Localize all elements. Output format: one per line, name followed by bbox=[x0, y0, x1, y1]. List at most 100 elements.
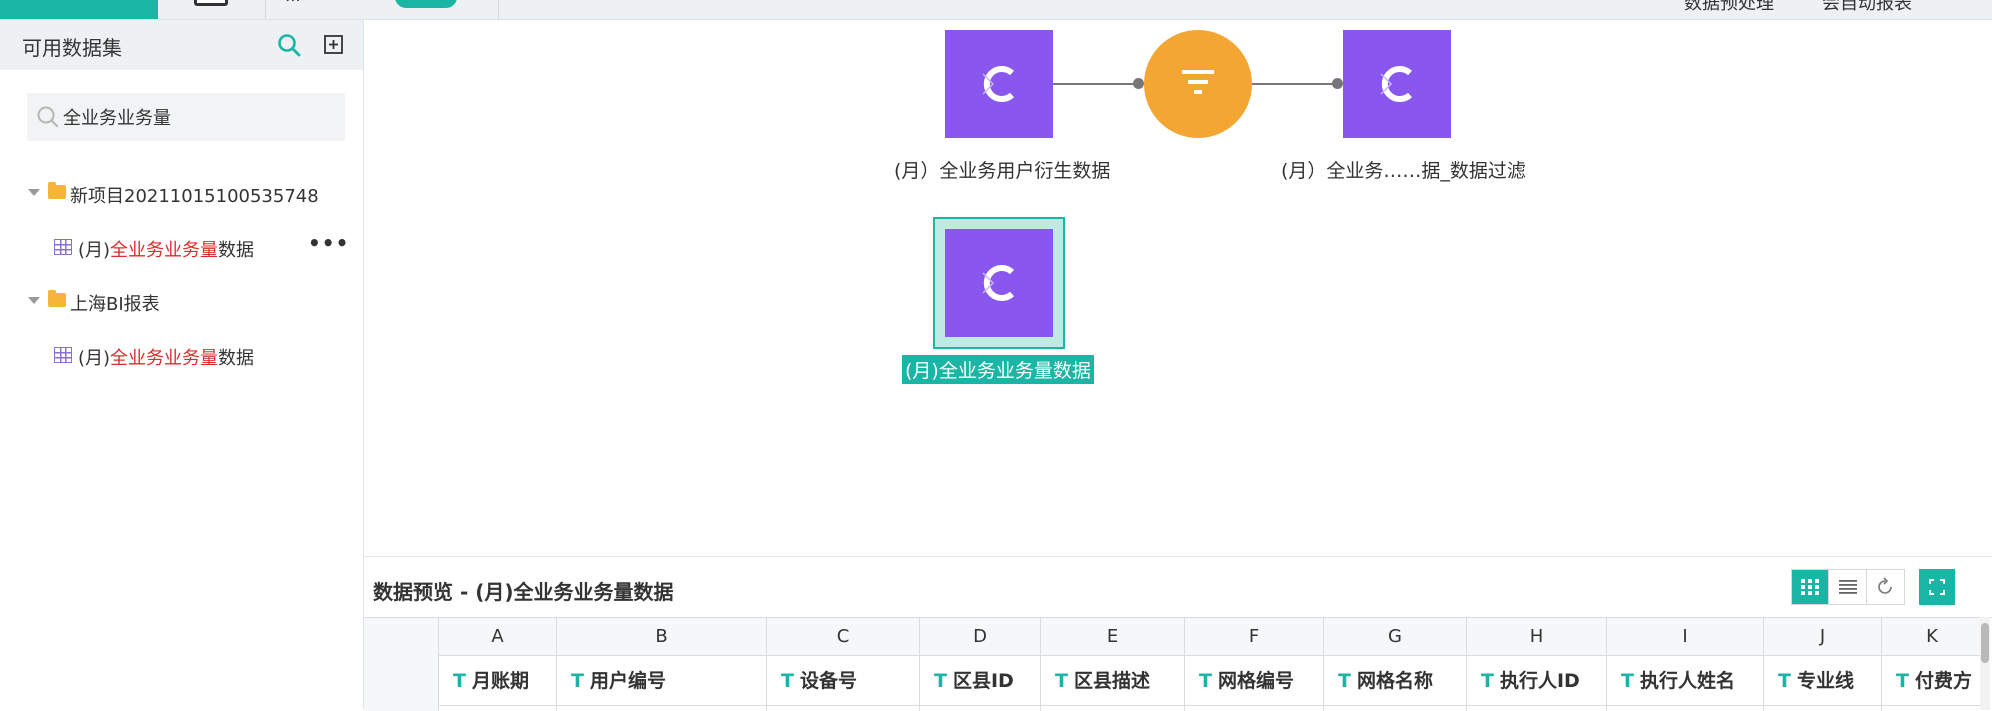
column-letter: K bbox=[1882, 618, 1982, 656]
table-column[interactable]: B T 用户编号 bbox=[557, 618, 767, 711]
folder-label: 上海BI报表 bbox=[70, 294, 160, 315]
dataset-node[interactable] bbox=[945, 30, 1053, 138]
dataset-label-suffix: 数据 bbox=[218, 348, 255, 369]
column-header[interactable]: T 付费方 bbox=[1882, 656, 1982, 706]
table-column[interactable]: F T 网格编号 bbox=[1185, 618, 1324, 711]
toolbar-glyph-icon[interactable]: ⋯ bbox=[285, 0, 301, 9]
table-column[interactable]: E T 区县描述 bbox=[1041, 618, 1185, 711]
column-name: 付费方 bbox=[1914, 670, 1972, 692]
data-preview-panel: 数据预览 - (月)全业务业务量数据 A T 月账期 B T 用户编号 C T 设备号… bbox=[364, 556, 1992, 711]
more-options-icon[interactable]: ••• bbox=[308, 231, 349, 255]
column-letter: I bbox=[1607, 618, 1763, 656]
filter-icon bbox=[1182, 70, 1214, 94]
selected-node-frame[interactable] bbox=[933, 217, 1065, 349]
column-letter: J bbox=[1764, 618, 1881, 656]
text-type-icon: T bbox=[1055, 670, 1068, 692]
active-tab[interactable] bbox=[0, 0, 158, 19]
text-type-icon: T bbox=[934, 670, 947, 692]
tree-folder-item[interactable]: 新项目20211015100535748 bbox=[0, 173, 363, 213]
refresh-icon[interactable] bbox=[1867, 570, 1904, 604]
text-type-icon: T bbox=[1199, 670, 1212, 692]
chevron-down-icon[interactable] bbox=[28, 297, 40, 304]
scrollbar-thumb[interactable] bbox=[1981, 623, 1989, 663]
add-square-icon[interactable] bbox=[322, 33, 346, 57]
column-name: 执行人ID bbox=[1499, 670, 1580, 692]
dataset-search-input[interactable] bbox=[63, 102, 333, 132]
column-name: 月账期 bbox=[471, 670, 529, 692]
text-type-icon: T bbox=[571, 670, 584, 692]
list-view-icon[interactable] bbox=[1829, 570, 1867, 604]
table-column[interactable]: A T 月账期 bbox=[439, 618, 557, 711]
column-header[interactable]: T 用户编号 bbox=[557, 656, 766, 706]
filter-node[interactable] bbox=[1144, 30, 1252, 138]
toolbar-divider bbox=[265, 0, 266, 19]
tree-dataset-item[interactable]: (月)全业务业务量数据 ••• bbox=[0, 227, 363, 267]
column-name: 执行人姓名 bbox=[1639, 670, 1735, 692]
column-header[interactable]: T 执行人ID bbox=[1467, 656, 1606, 706]
column-header[interactable]: T 网格编号 bbox=[1185, 656, 1323, 706]
column-letter: B bbox=[557, 618, 766, 656]
dataset-label-match: 全业务业务量 bbox=[110, 240, 219, 261]
toolbar-link-auto-report[interactable]: 会自动报表 bbox=[1822, 0, 1912, 15]
column-header[interactable]: T 执行人姓名 bbox=[1607, 656, 1763, 706]
column-letter: G bbox=[1324, 618, 1466, 656]
column-name: 专业线 bbox=[1796, 670, 1854, 692]
table-column[interactable]: G T 网格名称 bbox=[1324, 618, 1467, 711]
chevron-down-icon[interactable] bbox=[28, 189, 40, 196]
text-type-icon: T bbox=[1778, 670, 1791, 692]
dataset-label-prefix: (月) bbox=[78, 240, 111, 261]
column-name: 网格名称 bbox=[1356, 670, 1433, 692]
column-name: 区县ID bbox=[952, 670, 1014, 692]
column-header[interactable]: T 专业线 bbox=[1764, 656, 1881, 706]
flow-connector bbox=[1252, 83, 1338, 85]
vertical-scrollbar[interactable] bbox=[1980, 617, 1990, 710]
column-letter: E bbox=[1041, 618, 1184, 656]
row-number-column bbox=[364, 618, 439, 711]
connector-dot[interactable] bbox=[1332, 78, 1343, 89]
table-column[interactable]: D T 区县ID bbox=[920, 618, 1041, 711]
folder-icon bbox=[48, 290, 66, 307]
node-label: (月）全业务用户衍生数据 bbox=[894, 160, 1111, 182]
dataset-node[interactable] bbox=[945, 229, 1053, 337]
flow-canvas[interactable]: (月）全业务用户衍生数据 (月）全业务……据_数据过滤 (月)全业务业务量数据 bbox=[364, 20, 1992, 556]
sidebar-title: 可用数据集 bbox=[22, 36, 122, 60]
sidebar-header: 可用数据集 bbox=[0, 20, 363, 70]
dataset-search-box bbox=[27, 93, 345, 141]
tree-folder-item[interactable]: 上海BI报表 bbox=[0, 281, 363, 321]
dataset-logo-icon bbox=[982, 66, 1015, 102]
toolbar-toggle[interactable] bbox=[395, 0, 457, 8]
column-header[interactable]: T 网格名称 bbox=[1324, 656, 1466, 706]
table-icon bbox=[54, 239, 72, 255]
fullscreen-icon[interactable] bbox=[1919, 569, 1955, 605]
toolbar-link-preprocess[interactable]: 数据预处理 bbox=[1684, 0, 1774, 15]
dataset-logo-icon bbox=[982, 265, 1015, 301]
column-header[interactable]: T 区县ID bbox=[920, 656, 1040, 706]
dataset-node[interactable] bbox=[1343, 30, 1451, 138]
view-toggle-group bbox=[1791, 569, 1905, 605]
connector-dot[interactable] bbox=[1133, 78, 1144, 89]
search-icon[interactable] bbox=[276, 32, 302, 58]
table-column[interactable]: J T 专业线 bbox=[1764, 618, 1882, 711]
flow-connector bbox=[1053, 83, 1139, 85]
column-letter: D bbox=[920, 618, 1040, 656]
selected-node-label[interactable]: (月)全业务业务量数据 bbox=[902, 355, 1094, 384]
grid-view-icon[interactable] bbox=[1792, 570, 1830, 604]
column-header[interactable]: T 区县描述 bbox=[1041, 656, 1184, 706]
dataset-label-match: 全业务业务量 bbox=[110, 348, 219, 369]
preview-table: A T 月账期 B T 用户编号 C T 设备号 D T 区县ID E T 区县描述 F … bbox=[364, 617, 1992, 711]
table-column[interactable]: I T 执行人姓名 bbox=[1607, 618, 1764, 711]
column-letter: F bbox=[1185, 618, 1323, 656]
table-column[interactable]: H T 执行人ID bbox=[1467, 618, 1607, 711]
column-name: 设备号 bbox=[799, 670, 857, 692]
toolbar-divider bbox=[498, 0, 499, 19]
column-header[interactable]: T 设备号 bbox=[767, 656, 919, 706]
column-name: 区县描述 bbox=[1073, 670, 1150, 692]
folder-label: 新项目20211015100535748 bbox=[70, 186, 319, 207]
table-column[interactable]: K T 付费方 bbox=[1882, 618, 1982, 711]
dataset-label: (月)全业务业务量数据 bbox=[78, 344, 254, 370]
toolbar-icon[interactable] bbox=[194, 0, 228, 6]
column-letter: H bbox=[1467, 618, 1606, 656]
column-header[interactable]: T 月账期 bbox=[439, 656, 556, 706]
tree-dataset-item[interactable]: (月)全业务业务量数据 bbox=[0, 335, 363, 375]
table-column[interactable]: C T 设备号 bbox=[767, 618, 920, 711]
